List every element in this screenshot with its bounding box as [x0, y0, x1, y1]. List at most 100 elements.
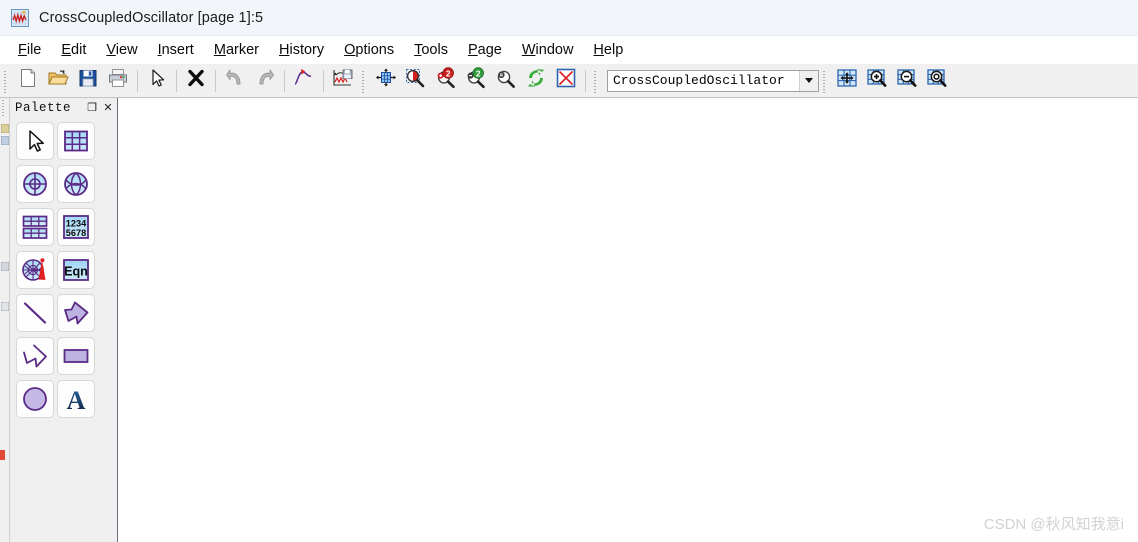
zoom-in-2x-button[interactable]: 2 — [431, 67, 461, 95]
zoom-equal-button[interactable] — [491, 67, 521, 95]
arrow-cursor-icon — [21, 127, 49, 155]
zoom-out-2x-button[interactable]: 2 — [461, 67, 491, 95]
open-folder-icon — [47, 67, 69, 94]
palette-panel: Palette ❐ ✕ 1234 5678 Eqn A — [10, 98, 118, 542]
zoom-in-2-icon: 2 — [434, 67, 458, 94]
numbers-1234-icon: 1234 5678 — [62, 213, 90, 241]
grid-zoom-fit-icon — [925, 67, 949, 94]
menu-page[interactable]: Page — [458, 40, 512, 60]
circle-icon — [21, 385, 49, 413]
grid-zoom-fit-button[interactable] — [922, 67, 952, 95]
delete-all-button[interactable] — [551, 67, 581, 95]
menu-insert[interactable]: Insert — [148, 40, 204, 60]
menu-file[interactable]: File — [8, 40, 51, 60]
palette-polygon-tool[interactable] — [57, 294, 95, 332]
svg-text:A: A — [67, 386, 86, 413]
svg-text:Eqn: Eqn — [64, 265, 88, 279]
undo-arrow-icon — [224, 67, 246, 94]
svg-text:1234: 1234 — [66, 218, 87, 228]
application-window: CrossCoupledOscillator [page 1]:5 File E… — [0, 0, 1138, 542]
redo-arrow-icon — [254, 67, 276, 94]
letter-a-icon: A — [62, 385, 90, 413]
curve-marker-icon — [292, 67, 316, 94]
menu-options[interactable]: Options — [334, 40, 404, 60]
antenna-globe-icon — [62, 170, 90, 198]
menu-tools[interactable]: Tools — [404, 40, 458, 60]
palette-polyline-tool[interactable] — [16, 337, 54, 375]
palette-float-button[interactable]: ❐ — [85, 101, 99, 115]
title-bar: CrossCoupledOscillator [page 1]:5 — [0, 0, 1138, 36]
palette-text-tool[interactable]: A — [57, 380, 95, 418]
chevron-down-icon[interactable] — [799, 70, 818, 91]
print-button[interactable] — [103, 67, 133, 95]
open-polyline-icon — [21, 342, 49, 370]
plot-canvas[interactable]: CSDN @秋风知我意i — [119, 98, 1138, 542]
dock-mini-icon-3[interactable] — [0, 258, 10, 272]
save-waveform-button[interactable] — [328, 67, 358, 95]
menu-marker[interactable]: Marker — [204, 40, 269, 60]
palette-antenna-tool[interactable] — [57, 165, 95, 203]
zoom-equal-icon — [494, 67, 518, 94]
palette-stacked-plot-tool[interactable] — [16, 208, 54, 246]
dock-mini-icon-4[interactable] — [0, 298, 10, 312]
black-x-icon — [185, 67, 207, 94]
menu-history[interactable]: History — [269, 40, 334, 60]
toolbar-separator — [137, 69, 138, 92]
zoom-out-2-icon: 2 — [464, 67, 488, 94]
grid-zoom-out-button[interactable] — [892, 67, 922, 95]
open-button[interactable] — [43, 67, 73, 95]
dock-grip[interactable] — [2, 100, 8, 116]
design-selector[interactable]: CrossCoupledOscillator — [607, 69, 819, 92]
redo-button[interactable] — [250, 67, 280, 95]
palette-smith-chart-tool[interactable] — [16, 251, 54, 289]
palette-rectangle-tool[interactable] — [57, 337, 95, 375]
toolbar-grip[interactable] — [2, 68, 10, 93]
grid-zoom-in-button[interactable] — [862, 67, 892, 95]
left-dock-strip[interactable] — [0, 98, 10, 542]
toolbar-grip[interactable] — [592, 68, 600, 93]
dock-marker-red-small — [0, 450, 5, 460]
palette-close-button[interactable]: ✕ — [101, 101, 115, 115]
svg-text:2: 2 — [476, 68, 481, 78]
menu-view[interactable]: View — [96, 40, 147, 60]
diagonal-line-icon — [21, 299, 49, 327]
menu-help[interactable]: Help — [583, 40, 633, 60]
zoom-fit-button[interactable] — [371, 67, 401, 95]
palette-ellipse-tool[interactable] — [16, 380, 54, 418]
dock-mini-icon-2[interactable] — [0, 132, 10, 146]
green-refresh-icon — [524, 67, 548, 94]
refresh-button[interactable] — [521, 67, 551, 95]
printer-icon — [107, 67, 129, 94]
stacked-tables-icon — [21, 213, 49, 241]
zoom-area-button[interactable] — [401, 67, 431, 95]
palette-equation-tool[interactable]: Eqn — [57, 251, 95, 289]
palette-list-tool[interactable]: 1234 5678 — [57, 208, 95, 246]
insert-curve-button[interactable] — [289, 67, 319, 95]
grid-pan-button[interactable] — [832, 67, 862, 95]
main-toolbar: 2 2 CrossCoupledOscillator — [0, 64, 1138, 98]
palette-polar-plot-tool[interactable] — [16, 165, 54, 203]
undo-button[interactable] — [220, 67, 250, 95]
grid-table-icon — [62, 127, 90, 155]
select-button[interactable] — [142, 67, 172, 95]
menu-edit[interactable]: Edit — [51, 40, 96, 60]
toolbar-grip[interactable] — [821, 68, 829, 93]
grid-pan-icon — [835, 67, 859, 94]
zoom-fit-grid-icon — [374, 67, 398, 94]
dock-mini-icon-1[interactable] — [0, 120, 10, 134]
menu-window[interactable]: Window — [512, 40, 584, 60]
save-button[interactable] — [73, 67, 103, 95]
palette-rect-plot-tool[interactable] — [57, 122, 95, 160]
toolbar-grip[interactable] — [360, 68, 368, 93]
palette-tool-grid: 1234 5678 Eqn A — [10, 118, 112, 421]
delete-button[interactable] — [181, 67, 211, 95]
new-document-button[interactable] — [13, 67, 43, 95]
palette-select-tool[interactable] — [16, 122, 54, 160]
new-page-icon — [17, 67, 39, 94]
palette-line-tool[interactable] — [16, 294, 54, 332]
menu-bar: File Edit View Insert Marker History Opt… — [0, 36, 1138, 64]
palette-title: Palette — [15, 101, 72, 115]
filled-polygon-icon — [62, 299, 90, 327]
red-x-box-icon — [554, 67, 578, 94]
waveform-save-icon — [331, 67, 355, 94]
